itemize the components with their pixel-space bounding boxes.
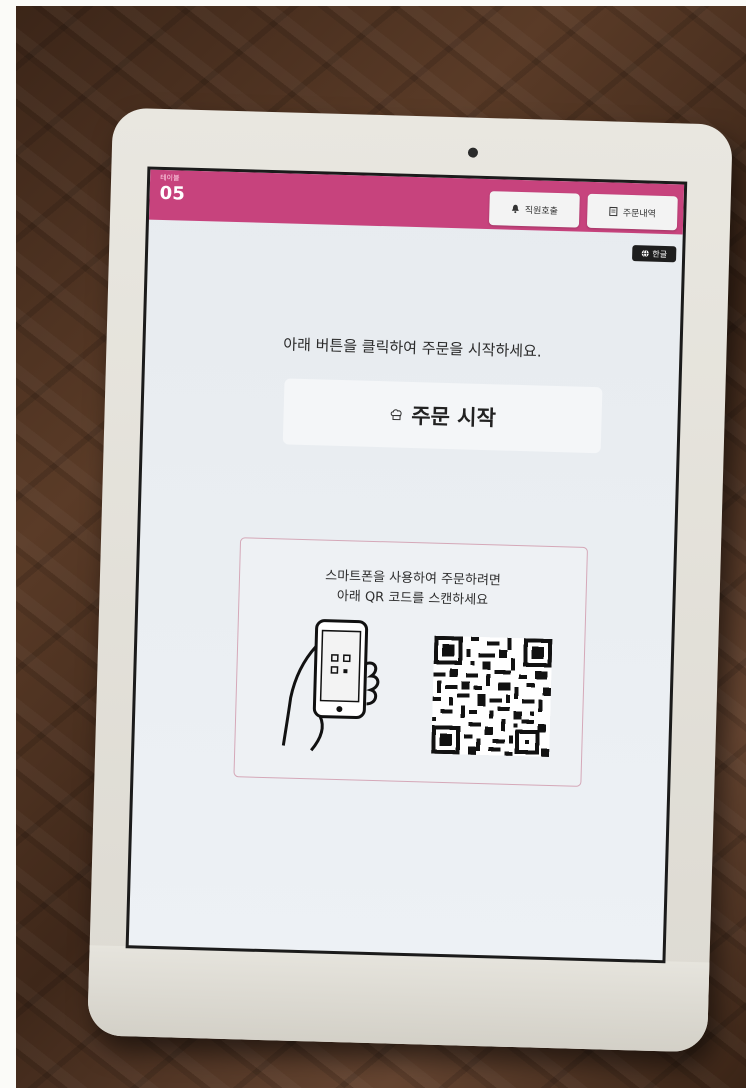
table-label: 테이블 xyxy=(160,173,180,183)
staff-call-label: 직원호출 xyxy=(524,205,559,217)
staff-call-button[interactable]: 직원호출 xyxy=(488,191,580,228)
start-order-button[interactable]: 주문 시작 xyxy=(282,378,603,454)
order-history-button[interactable]: 주문내역 xyxy=(586,193,678,231)
order-history-label: 주문내역 xyxy=(622,208,657,220)
receipt-icon xyxy=(609,206,618,217)
start-order-label: 주문 시작 xyxy=(410,403,497,431)
phone-in-hand-illustration xyxy=(281,619,380,752)
wooden-table-photo: 테이블 05 직원호출 주문내역 한글 아래 버튼을 클릭하여 주문을 시작하세… xyxy=(16,6,746,1088)
table-number: 05 xyxy=(159,182,186,205)
kiosk-screen: 테이블 05 직원호출 주문내역 한글 아래 버튼을 클릭하여 주문을 시작하세… xyxy=(125,166,688,964)
language-selector[interactable]: 한글 xyxy=(631,245,677,263)
front-camera xyxy=(467,147,479,158)
chef-hat-icon xyxy=(390,409,402,421)
globe-icon xyxy=(641,249,649,258)
bell-icon xyxy=(512,204,520,214)
qr-panel: 스마트폰을 사용하여 주문하려면 아래 QR 코드를 스캔하세요 xyxy=(233,537,588,787)
top-bar: 테이블 05 직원호출 주문내역 xyxy=(148,169,685,235)
tablet-device: 테이블 05 직원호출 주문내역 한글 아래 버튼을 클릭하여 주문을 시작하세… xyxy=(87,107,733,1053)
language-label: 한글 xyxy=(652,249,668,259)
instruction-text: 아래 버튼을 클릭하여 주문을 시작하세요. xyxy=(283,335,542,361)
qr-code-image xyxy=(431,635,553,757)
